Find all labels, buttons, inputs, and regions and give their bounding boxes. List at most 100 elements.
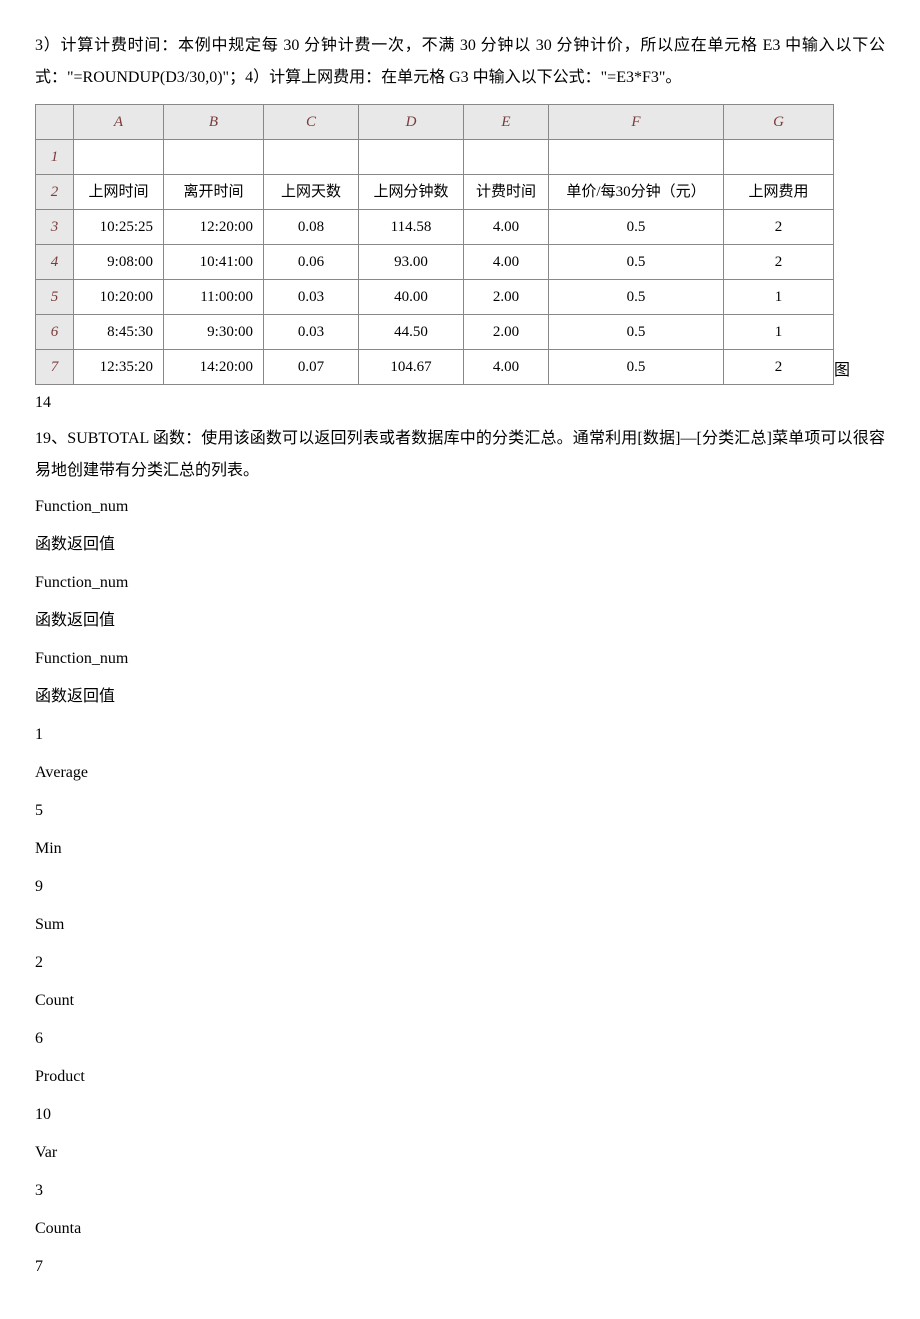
- list-item: Sum: [35, 909, 885, 941]
- figure-label-prefix: 图: [834, 362, 850, 379]
- list-item: Min: [35, 833, 885, 865]
- table-row: 4 9:08:00 10:41:00 0.06 93.00 4.00 0.5 2: [36, 245, 834, 280]
- cell: 14:20:00: [164, 350, 264, 385]
- list-item: Counta: [35, 1213, 885, 1245]
- cell: 上网天数: [264, 175, 359, 210]
- cell: 12:20:00: [164, 210, 264, 245]
- cell: 8:45:30: [74, 315, 164, 350]
- table-row: 5 10:20:00 11:00:00 0.03 40.00 2.00 0.5 …: [36, 280, 834, 315]
- list-item: 2: [35, 947, 885, 979]
- paragraph-2: 19、SUBTOTAL 函数：使用该函数可以返回列表或者数据库中的分类汇总。通常…: [35, 423, 885, 487]
- col-header: C: [264, 105, 359, 140]
- list-item: Function_num: [35, 567, 885, 599]
- cell: 1: [724, 315, 834, 350]
- col-header: D: [359, 105, 464, 140]
- list-item: Average: [35, 757, 885, 789]
- cell: 10:41:00: [164, 245, 264, 280]
- cell: 4.00: [464, 245, 549, 280]
- list-item: 5: [35, 795, 885, 827]
- list-item: 1: [35, 719, 885, 751]
- cell: [464, 140, 549, 175]
- row-number: 7: [36, 350, 74, 385]
- row-number: 2: [36, 175, 74, 210]
- cell: 离开时间: [164, 175, 264, 210]
- list-item: Var: [35, 1137, 885, 1169]
- list-item: 3: [35, 1175, 885, 1207]
- cell: 1: [724, 280, 834, 315]
- cell: [264, 140, 359, 175]
- list-item: 函数返回值: [35, 529, 885, 561]
- cell: 9:30:00: [164, 315, 264, 350]
- cell: 上网时间: [74, 175, 164, 210]
- cell: 上网分钟数: [359, 175, 464, 210]
- table-row: 2 上网时间 离开时间 上网天数 上网分钟数 计费时间 单价/每30分钟（元） …: [36, 175, 834, 210]
- row-number: 1: [36, 140, 74, 175]
- cell: 4.00: [464, 210, 549, 245]
- cell: 0.5: [549, 350, 724, 385]
- list-item: 9: [35, 871, 885, 903]
- cell: 11:00:00: [164, 280, 264, 315]
- row-number: 6: [36, 315, 74, 350]
- cell: 0.06: [264, 245, 359, 280]
- row-number: 3: [36, 210, 74, 245]
- list-item: Product: [35, 1061, 885, 1093]
- figure-number: 14: [35, 387, 885, 419]
- cell: 44.50: [359, 315, 464, 350]
- corner-cell: [36, 105, 74, 140]
- cell: 0.5: [549, 245, 724, 280]
- cell: 0.03: [264, 315, 359, 350]
- cell: 10:20:00: [74, 280, 164, 315]
- list-block: Function_num 函数返回值 Function_num 函数返回值 Fu…: [35, 491, 885, 1283]
- cell: 2: [724, 210, 834, 245]
- cell: 上网费用: [724, 175, 834, 210]
- paragraph-1: 3）计算计费时间：本例中规定每 30 分钟计费一次，不满 30 分钟以 30 分…: [35, 30, 885, 94]
- cell: 2: [724, 350, 834, 385]
- list-item: 6: [35, 1023, 885, 1055]
- table-row: 6 8:45:30 9:30:00 0.03 44.50 2.00 0.5 1: [36, 315, 834, 350]
- cell: 计费时间: [464, 175, 549, 210]
- cell: 40.00: [359, 280, 464, 315]
- cell: 10:25:25: [74, 210, 164, 245]
- list-item: 函数返回值: [35, 681, 885, 713]
- cell: [549, 140, 724, 175]
- cell: 0.5: [549, 280, 724, 315]
- list-item: Count: [35, 985, 885, 1017]
- col-header: G: [724, 105, 834, 140]
- list-item: 10: [35, 1099, 885, 1131]
- cell: 93.00: [359, 245, 464, 280]
- table-row: 3 10:25:25 12:20:00 0.08 114.58 4.00 0.5…: [36, 210, 834, 245]
- spreadsheet-table: A B C D E F G 1 2 上网时间 离开时间 上网天数 上网分钟数 计…: [35, 104, 834, 385]
- cell: [164, 140, 264, 175]
- cell: [724, 140, 834, 175]
- cell: 4.00: [464, 350, 549, 385]
- table-row: 1: [36, 140, 834, 175]
- cell: 0.5: [549, 210, 724, 245]
- cell: 2.00: [464, 315, 549, 350]
- cell: 单价/每30分钟（元）: [549, 175, 724, 210]
- table-row: 7 12:35:20 14:20:00 0.07 104.67 4.00 0.5…: [36, 350, 834, 385]
- cell: 12:35:20: [74, 350, 164, 385]
- cell: 2: [724, 245, 834, 280]
- col-header: B: [164, 105, 264, 140]
- list-item: Function_num: [35, 491, 885, 523]
- column-header-row: A B C D E F G: [36, 105, 834, 140]
- col-header: F: [549, 105, 724, 140]
- list-item: 函数返回值: [35, 605, 885, 637]
- col-header: A: [74, 105, 164, 140]
- cell: 0.08: [264, 210, 359, 245]
- cell: 9:08:00: [74, 245, 164, 280]
- spreadsheet-figure: A B C D E F G 1 2 上网时间 离开时间 上网天数 上网分钟数 计…: [35, 98, 834, 387]
- col-header: E: [464, 105, 549, 140]
- cell: 114.58: [359, 210, 464, 245]
- cell: [359, 140, 464, 175]
- cell: 0.07: [264, 350, 359, 385]
- list-item: 7: [35, 1251, 885, 1283]
- cell: 104.67: [359, 350, 464, 385]
- cell: 0.03: [264, 280, 359, 315]
- row-number: 5: [36, 280, 74, 315]
- cell: [74, 140, 164, 175]
- row-number: 4: [36, 245, 74, 280]
- list-item: Function_num: [35, 643, 885, 675]
- cell: 2.00: [464, 280, 549, 315]
- cell: 0.5: [549, 315, 724, 350]
